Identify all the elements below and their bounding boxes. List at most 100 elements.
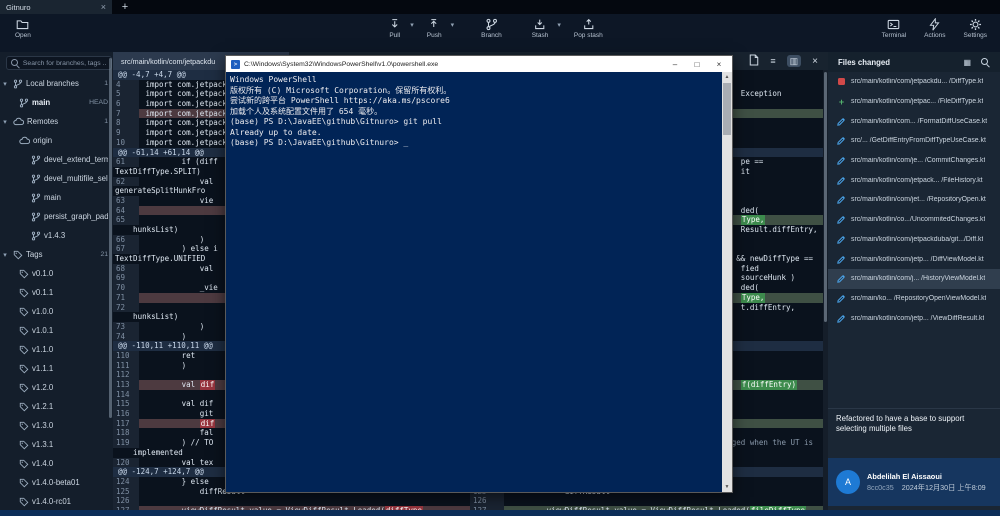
- sidebar-section-remotes[interactable]: ▾Remotes1: [0, 112, 113, 131]
- split-view-icon[interactable]: ▥: [787, 55, 802, 67]
- file-row[interactable]: src/main/kotlin/co.../UncommitedChanges.…: [828, 210, 1000, 230]
- scroll-thumb[interactable]: [723, 83, 731, 135]
- file-path: src/main/kotlin/com/je... /CommitChanges…: [851, 157, 985, 164]
- tab-title: Gitnuro: [6, 3, 97, 12]
- settings-button[interactable]: Settings: [959, 16, 993, 41]
- sidebar-item-v1-4-0[interactable]: v1.4.0: [0, 454, 113, 473]
- sidebar-section-local-branches[interactable]: ▾Local branches1: [0, 74, 113, 93]
- file-row[interactable]: src/... /GetDiffEntryFromDiffTypeUseCase…: [828, 131, 1000, 151]
- sidebar-item-v1-2-1[interactable]: v1.2.1: [0, 397, 113, 416]
- tag-icon: [19, 269, 29, 279]
- file-row[interactable]: src/main/kotlin/com... /FormatDiffUseCas…: [828, 111, 1000, 131]
- terminal-icon: [887, 18, 900, 31]
- branch-button[interactable]: Branch: [476, 16, 507, 41]
- sidebar-item-v1-0-1[interactable]: v1.0.1: [0, 321, 113, 340]
- maximize-button[interactable]: □: [686, 60, 708, 69]
- file-path: src/main/kotlin/com/jetpac... /FileDiffT…: [851, 98, 983, 105]
- modified-file-icon: [837, 176, 846, 185]
- tab-close-icon[interactable]: ×: [101, 3, 106, 12]
- changed-word: dif: [200, 380, 216, 390]
- branch-icon: [19, 98, 29, 108]
- stash-dropdown-icon[interactable]: ▾: [557, 21, 561, 29]
- minimize-button[interactable]: –: [664, 60, 686, 69]
- close-diff-icon[interactable]: ×: [812, 56, 818, 67]
- file-row[interactable]: +src/main/kotlin/com/jetpac... /FileDiff…: [828, 92, 1000, 112]
- sidebar-item-v1-4-3[interactable]: v1.4.3: [0, 226, 113, 245]
- pull-button[interactable]: Pull: [383, 16, 406, 41]
- file-row[interactable]: src/main/kotlin/com/jet... /RepositoryOp…: [828, 190, 1000, 210]
- sidebar-item-persist-graph-paddin[interactable]: persist_graph_paddin: [0, 207, 113, 226]
- sidebar-scrollbar[interactable]: [109, 58, 112, 418]
- scroll-down-icon[interactable]: ▼: [722, 482, 732, 492]
- commit-author-card[interactable]: A Abdelilah El Aissaoui 8cc0c35 2024年12月…: [828, 458, 1000, 506]
- sidebar-item-v1-3-0[interactable]: v1.3.0: [0, 416, 113, 435]
- scroll-up-icon[interactable]: ▲: [722, 72, 732, 82]
- count-badge: 1: [104, 118, 108, 125]
- sidebar-item-v1-4-0-rc01[interactable]: v1.4.0-rc01: [0, 492, 113, 510]
- file-search-icon[interactable]: [981, 58, 990, 67]
- line-number: 63: [113, 196, 139, 206]
- pull-dropdown-icon[interactable]: ▾: [410, 21, 414, 29]
- tag-icon: [19, 402, 29, 412]
- line-text: val: [139, 264, 213, 274]
- terminal-scrollbar[interactable]: ▲ ▼: [722, 72, 732, 492]
- terminal-titlebar[interactable]: > C:\Windows\System32\WindowsPowerShell\…: [226, 56, 732, 72]
- line-number: 65: [113, 215, 139, 225]
- file-row[interactable]: src/main/kotlin/com/jetpack... /FileHist…: [828, 170, 1000, 190]
- sidebar-item-v1-0-0[interactable]: v1.0.0: [0, 302, 113, 321]
- file-row[interactable]: src/main/kotlin/com/jetpackduba/git.../D…: [828, 230, 1000, 250]
- sidebar-item-main[interactable]: main: [0, 188, 113, 207]
- label: main: [44, 193, 108, 202]
- actions-button[interactable]: Actions: [919, 16, 950, 41]
- line-text: @@ -61,14 +61,14 @@: [116, 148, 204, 158]
- sidebar-item-v1-4-0-beta01[interactable]: v1.4.0-beta01: [0, 473, 113, 492]
- sidebar-item-v1-2-0[interactable]: v1.2.0: [0, 378, 113, 397]
- terminal-output[interactable]: Windows PowerShell版权所有 (C) Microsoft Cor…: [226, 72, 732, 492]
- terminal-button[interactable]: Terminal: [877, 16, 912, 41]
- tab-gitnuro[interactable]: Gitnuro ×: [0, 0, 112, 14]
- stash-button[interactable]: Stash: [527, 16, 554, 41]
- line-text: ): [139, 361, 186, 371]
- file-document-icon[interactable]: [749, 54, 759, 68]
- line-number: 114: [113, 390, 139, 400]
- file-row[interactable]: src/main/kotlin/com/je... /CommitChanges…: [828, 151, 1000, 171]
- sidebar-item-v1-1-0[interactable]: v1.1.0: [0, 340, 113, 359]
- line-text: fal: [139, 428, 213, 438]
- file-row[interactable]: src/main/kotlin/com/jetpackdu... /DiffTy…: [828, 72, 1000, 92]
- modified-file-icon: [837, 274, 846, 283]
- line-number: 119: [113, 438, 139, 448]
- file-row[interactable]: src/main/kotlin/com/j... /HistoryViewMod…: [828, 269, 1000, 289]
- sidebar-item-v0-1-1[interactable]: v0.1.1: [0, 283, 113, 302]
- line-text: @@ -124,7 +124,7 @@: [116, 467, 204, 477]
- sidebar-item-v0-1-0[interactable]: v0.1.0: [0, 264, 113, 283]
- file-row[interactable]: src/main/ko... /RepositoryOpenViewModel.…: [828, 289, 1000, 309]
- file-row[interactable]: src/main/kotlin/com/jetp... /ViewDiffRes…: [828, 308, 1000, 328]
- modified-file-icon: [837, 235, 846, 244]
- pop-stash-button[interactable]: Pop stash: [569, 16, 608, 41]
- file-row[interactable]: src/main/kotlin/com/jetp... /DiffViewMod…: [828, 249, 1000, 269]
- unified-view-icon[interactable]: ≡: [770, 56, 775, 66]
- deleted-file-icon: [837, 78, 846, 85]
- new-tab-button[interactable]: +: [112, 0, 138, 14]
- line-text: implemented: [113, 448, 183, 458]
- file-path: src/main/kotlin/com/jet... /RepositoryOp…: [851, 196, 986, 203]
- push-dropdown-icon[interactable]: ▾: [451, 21, 455, 29]
- sidebar-item-v1-3-1[interactable]: v1.3.1: [0, 435, 113, 454]
- line-number: 112: [113, 370, 139, 380]
- label: origin: [33, 136, 108, 145]
- tag-icon: [13, 250, 23, 260]
- line-number: 64: [113, 206, 139, 216]
- sidebar-item-devel-extend-termina[interactable]: devel_extend_termina: [0, 150, 113, 169]
- close-window-button[interactable]: ×: [708, 60, 730, 69]
- sidebar-item-main[interactable]: mainHEAD: [0, 93, 113, 112]
- sidebar-item-devel-multifile-select[interactable]: devel_multifile_select: [0, 169, 113, 188]
- push-button[interactable]: Push: [422, 16, 447, 41]
- open-button[interactable]: Open: [10, 16, 36, 41]
- tree-view-toggle-icon[interactable]: ▦: [963, 58, 971, 67]
- sidebar-item-origin[interactable]: origin: [0, 131, 113, 150]
- terminal-window[interactable]: > C:\Windows\System32\WindowsPowerShell\…: [225, 55, 733, 493]
- sidebar-section-tags[interactable]: ▾Tags21: [0, 245, 113, 264]
- push-arrow-icon: [428, 18, 441, 31]
- branch-search-input[interactable]: Search for branches, tags ...: [6, 56, 112, 70]
- sidebar-item-v1-1-1[interactable]: v1.1.1: [0, 359, 113, 378]
